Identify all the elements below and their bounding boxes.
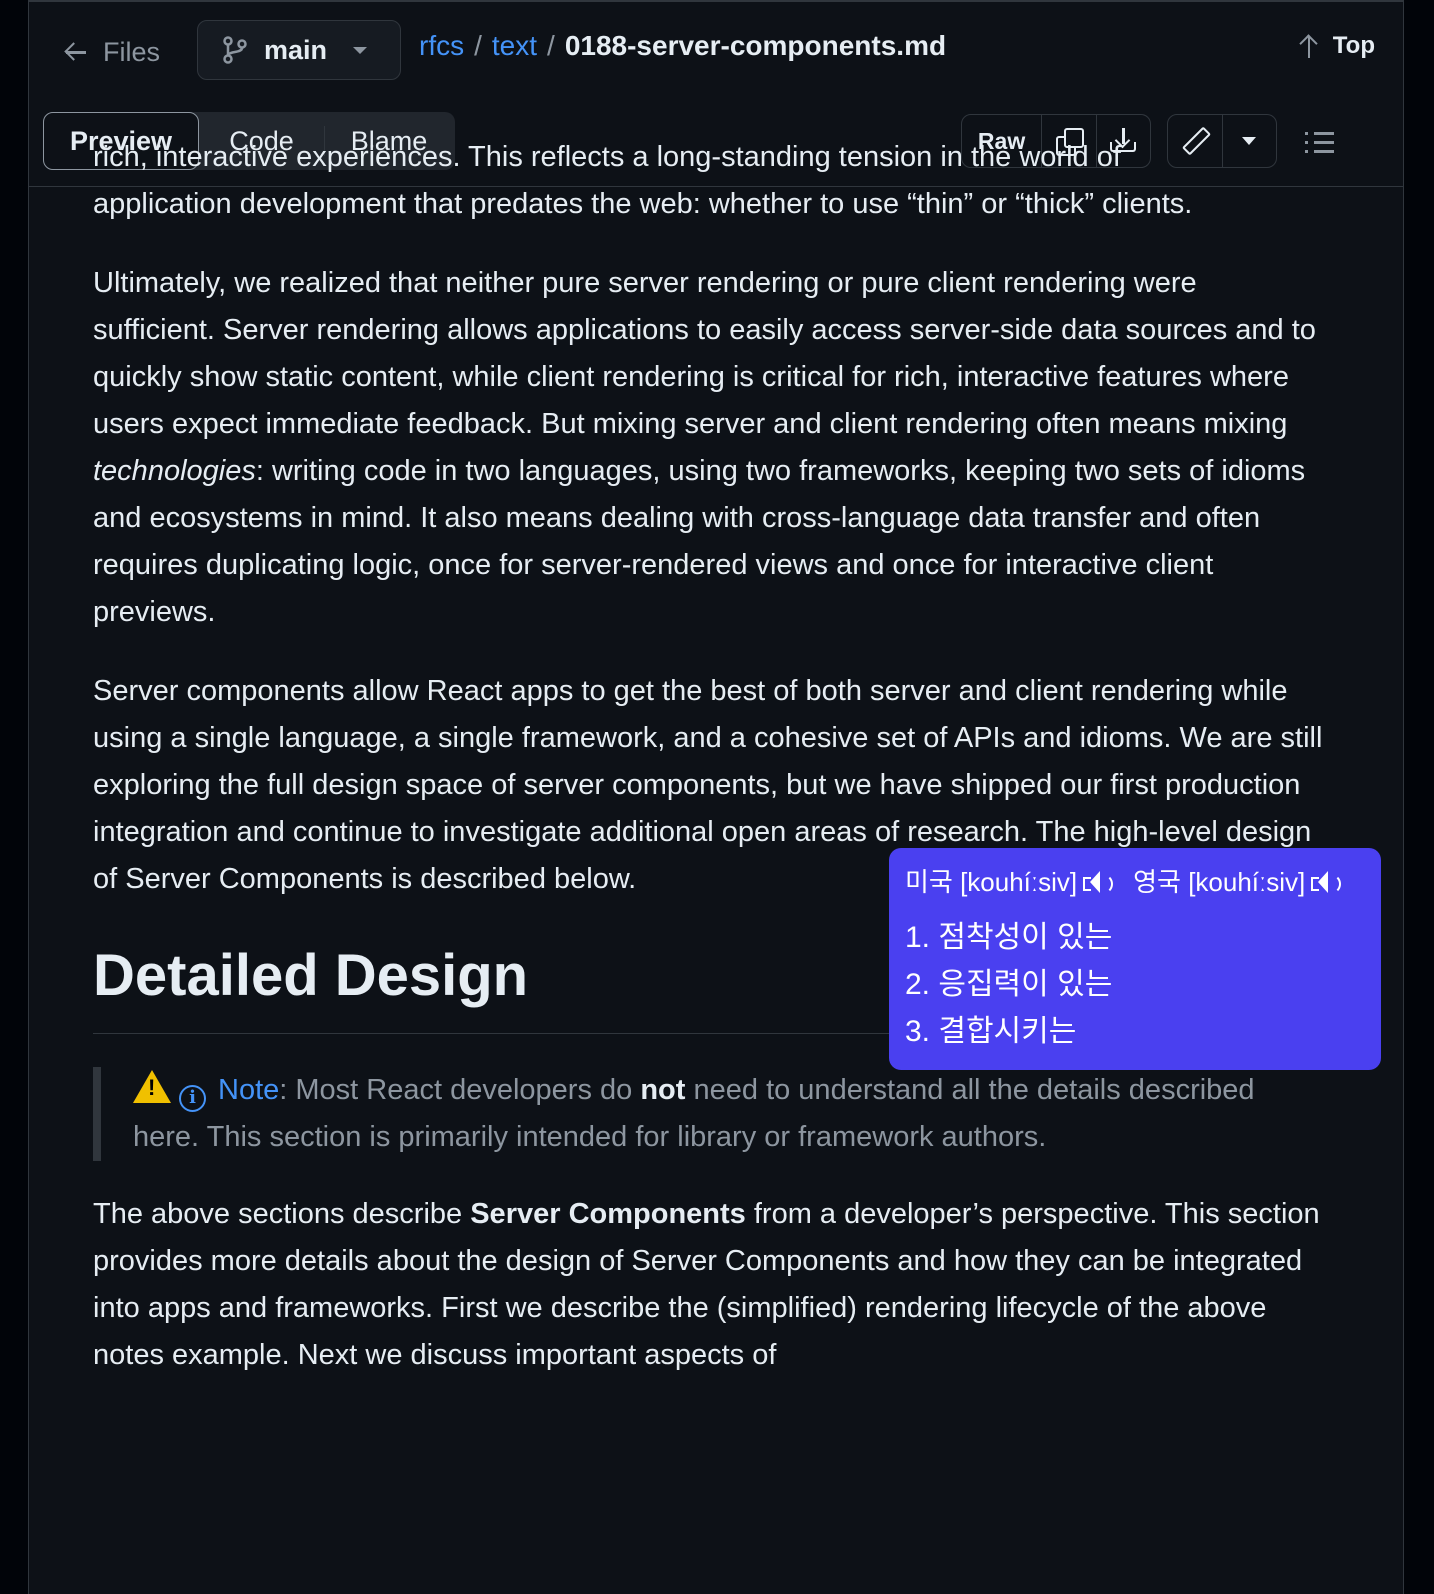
arrow-left-icon [65, 41, 87, 63]
info-icon: i [179, 1085, 206, 1112]
top-button[interactable]: Top [1299, 32, 1375, 60]
paragraph-text: application development that predates th… [93, 188, 1193, 220]
paragraph-text: The above sections describe [93, 1198, 471, 1230]
branch-selector[interactable]: main [197, 20, 401, 80]
note-blockquote: iNote: Most React developers do not need… [93, 1067, 1323, 1161]
meaning-item: 2. 응집력이 있는 [905, 968, 1113, 1001]
files-button[interactable]: Files [65, 32, 160, 72]
paragraph: Ultimately, we realized that neither pur… [93, 260, 1323, 636]
arrow-up-icon [1299, 34, 1319, 58]
pronunciation-row: 미국 [kouhíːsiv] 영국 [kouhíːsiv] [905, 864, 1381, 900]
note-text: : Most React developers do [279, 1074, 641, 1106]
top-label: Top [1332, 32, 1375, 59]
git-branch-icon [223, 36, 247, 64]
uk-pronunciation: 영국 [kouhíːsiv] [1133, 867, 1306, 897]
paragraph: rich, interactive experiences. This refl… [93, 134, 1323, 228]
meaning-item: 3. 결합시키는 [905, 1015, 1077, 1048]
window: Files main rfcs / text / 0188-server-com… [0, 0, 1434, 1594]
dictionary-popup: 미국 [kouhíːsiv] 영국 [kouhíːsiv] 1. 점착성이 있는… [889, 848, 1381, 1070]
branch-name: main [264, 34, 328, 65]
meaning-list: 1. 점착성이 있는 2. 응집력이 있는 3. 결합시키는 [905, 914, 1381, 1055]
breadcrumb-separator: / [547, 30, 555, 61]
file-name: 0188-server-components.md [564, 30, 947, 61]
paragraph: The above sections describe Server Compo… [93, 1191, 1323, 1379]
emphasis: technologies [93, 455, 256, 487]
speaker-icon[interactable] [1311, 870, 1342, 894]
breadcrumb-text[interactable]: text [492, 30, 537, 62]
speaker-icon[interactable] [1083, 870, 1114, 894]
warning-icon [133, 1070, 171, 1103]
right-rail [1403, 0, 1434, 1594]
left-rail [0, 0, 29, 1594]
us-pronunciation: 미국 [kouhíːsiv] [905, 867, 1078, 897]
meaning-item: 1. 점착성이 있는 [905, 921, 1113, 954]
note-strong: not [640, 1074, 686, 1106]
file-header: Files main rfcs / text / 0188-server-com… [29, 0, 1403, 100]
note-label: Note [218, 1074, 280, 1106]
breadcrumb: rfcs / text / 0188-server-components.md [419, 30, 946, 62]
strong-text: Server Components [470, 1198, 746, 1230]
paragraph-text: Ultimately, we realized that neither pur… [93, 267, 1316, 440]
chevron-down-icon [353, 46, 368, 54]
breadcrumb-rfcs[interactable]: rfcs [419, 30, 464, 62]
breadcrumb-separator: / [474, 30, 482, 61]
paragraph-text: : writing code in two languages, using t… [93, 455, 1306, 628]
clipped-line: rich, interactive experiences. This refl… [93, 141, 1121, 173]
markdown-body: rich, interactive experiences. This refl… [93, 141, 1323, 1411]
files-label: Files [103, 36, 161, 67]
